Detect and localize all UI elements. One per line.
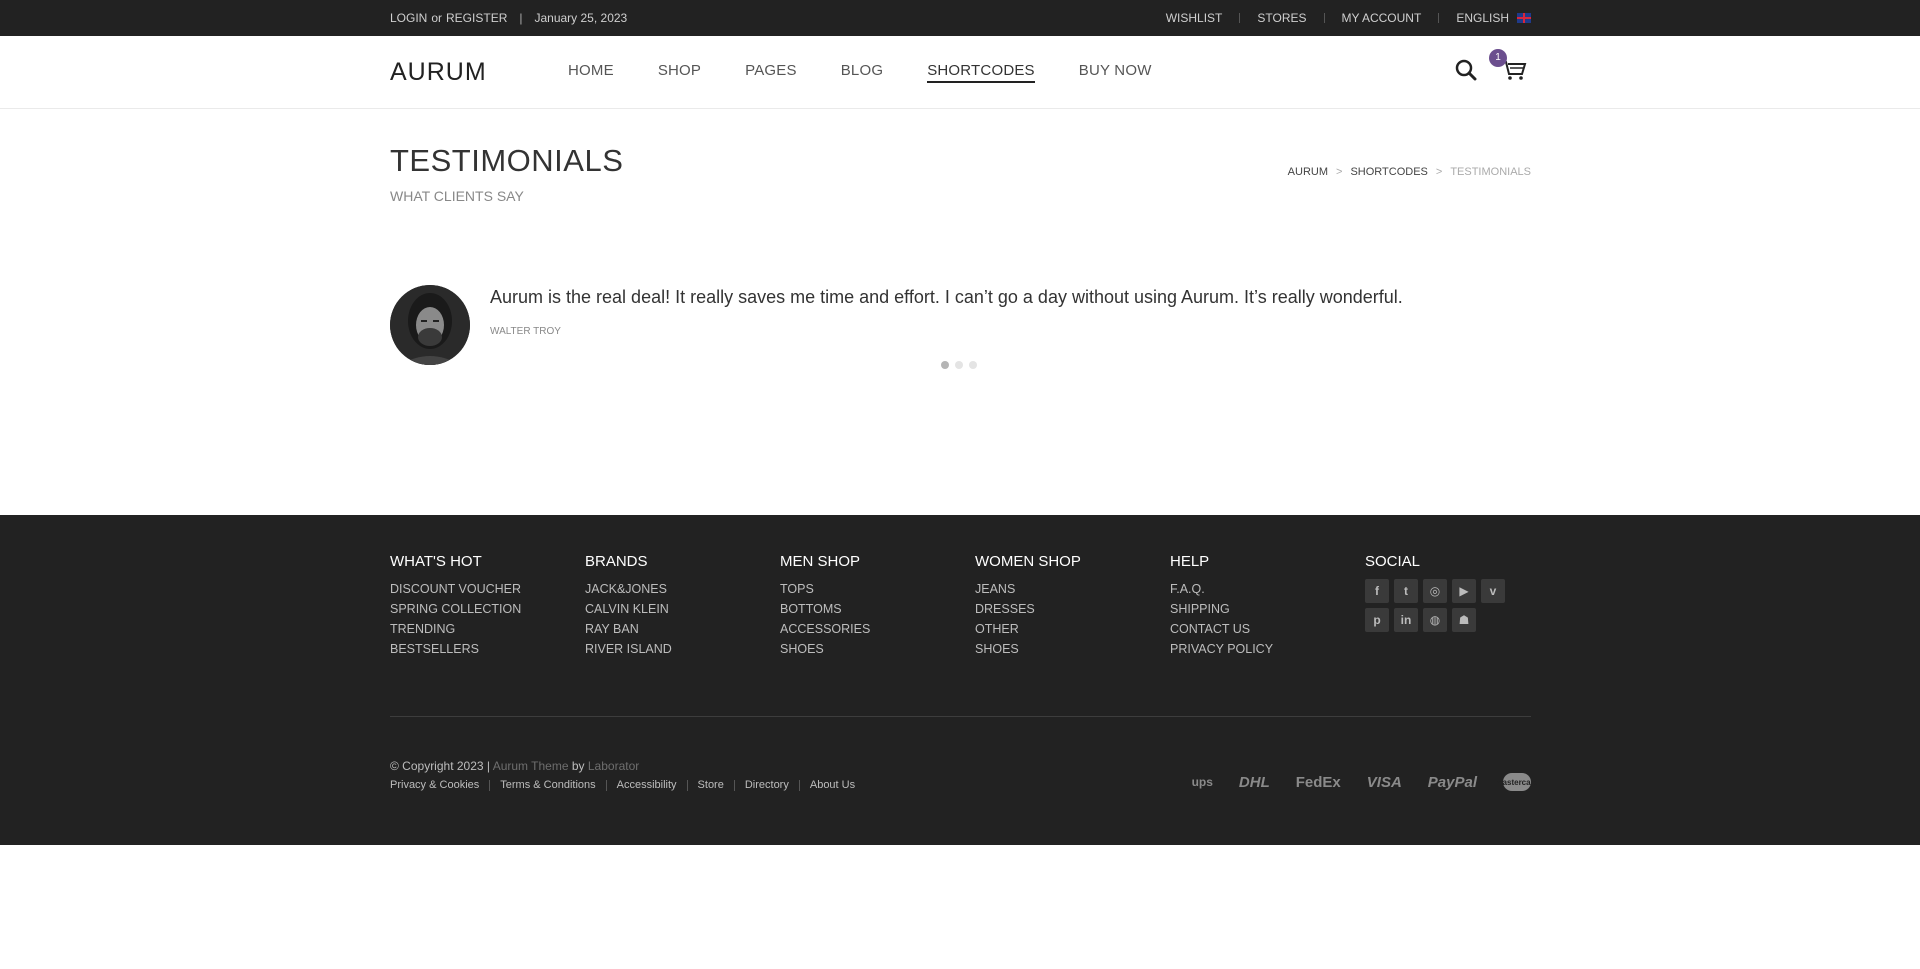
- footer-col-women-shop: WOMEN SHOP JEANS DRESSES OTHER SHOES: [975, 553, 1165, 659]
- top-bar: LOGIN or REGISTER | January 25, 2023 WIS…: [0, 0, 1920, 36]
- or-text: or: [431, 11, 443, 25]
- header-icons: 1: [1455, 48, 1527, 86]
- slider-dot[interactable]: [969, 361, 977, 369]
- login-link[interactable]: LOGIN: [390, 11, 427, 25]
- top-separator: |: [519, 11, 523, 25]
- pinterest-icon[interactable]: p: [1365, 608, 1389, 632]
- nav-home[interactable]: HOME: [568, 62, 614, 83]
- footer-link[interactable]: SHOES: [780, 639, 970, 659]
- footer-col-men-shop: MEN SHOP TOPS BOTTOMS ACCESSORIES SHOES: [780, 553, 970, 659]
- dribbble-icon[interactable]: ◍: [1423, 608, 1447, 632]
- wishlist-link[interactable]: WISHLIST: [1166, 12, 1241, 24]
- uk-flag-icon: [1517, 13, 1531, 23]
- footer-col-brands: BRANDS JACK&JONES CALVIN KLEIN RAY BAN R…: [585, 553, 775, 659]
- footer-link[interactable]: SHIPPING: [1170, 599, 1360, 619]
- testimonial-author: WALTER TROY: [490, 326, 561, 337]
- social-icons: f t ◎ ▶ v p in ◍ ☗: [1365, 579, 1515, 632]
- testimonial-section: Aurum is the real deal! It really saves …: [390, 109, 1531, 409]
- my-account-link[interactable]: MY ACCOUNT: [1325, 12, 1440, 24]
- footer-link[interactable]: F.A.Q.: [1170, 579, 1360, 599]
- theme-link[interactable]: Aurum Theme: [493, 759, 569, 773]
- footer-link[interactable]: OTHER: [975, 619, 1165, 639]
- footer-link[interactable]: RAY BAN: [585, 619, 775, 639]
- paypal-logo: PayPal: [1427, 773, 1477, 791]
- footer-link[interactable]: PRIVACY POLICY: [1170, 639, 1360, 659]
- footer-col-social: SOCIAL f t ◎ ▶ v p in ◍ ☗: [1365, 553, 1555, 632]
- register-link[interactable]: REGISTER: [446, 11, 507, 25]
- by-text: by: [571, 759, 585, 773]
- top-bar-left: LOGIN or REGISTER | January 25, 2023: [390, 11, 627, 25]
- cart-button[interactable]: 1: [1489, 48, 1527, 86]
- footer-col-title: BRANDS: [585, 553, 648, 570]
- footer-link[interactable]: BOTTOMS: [780, 599, 970, 619]
- nav-blog[interactable]: BLOG: [841, 62, 883, 83]
- cart-count-badge: 1: [1489, 48, 1507, 67]
- privacy-link[interactable]: Privacy & Cookies: [390, 780, 491, 791]
- nav-shop[interactable]: SHOP: [658, 62, 701, 83]
- store-link[interactable]: Store: [688, 780, 735, 791]
- snapchat-icon[interactable]: ☗: [1452, 608, 1476, 632]
- slider-dot[interactable]: [941, 361, 949, 369]
- footer-link[interactable]: TRENDING: [390, 619, 580, 639]
- top-date: January 25, 2023: [534, 11, 628, 25]
- twitter-icon[interactable]: t: [1394, 579, 1418, 603]
- facebook-icon[interactable]: f: [1365, 579, 1389, 603]
- vimeo-icon[interactable]: v: [1481, 579, 1505, 603]
- slider-dot[interactable]: [955, 361, 963, 369]
- footer-link[interactable]: JACK&JONES: [585, 579, 775, 599]
- footer-link[interactable]: SHOES: [975, 639, 1165, 659]
- footer-link[interactable]: ACCESSORIES: [780, 619, 970, 639]
- terms-link[interactable]: Terms & Conditions: [490, 780, 607, 791]
- language-label: ENGLISH: [1456, 11, 1509, 25]
- accessibility-link[interactable]: Accessibility: [607, 780, 688, 791]
- payment-logos: ups DHL FedEx VISA PayPal mastercard: [1191, 773, 1539, 791]
- avatar: [390, 285, 470, 365]
- copyright-text: © Copyright 2023 |: [390, 759, 491, 773]
- footer-col-title: HELP: [1170, 553, 1210, 570]
- slider-pagination: [941, 361, 977, 369]
- site-logo[interactable]: AURUM: [390, 58, 568, 87]
- footer-divider: [390, 716, 1531, 717]
- footer-link[interactable]: RIVER ISLAND: [585, 639, 775, 659]
- footer-link[interactable]: DISCOUNT VOUCHER: [390, 579, 580, 599]
- search-icon[interactable]: [1455, 59, 1477, 86]
- nav-buy-now[interactable]: BUY NOW: [1079, 62, 1152, 83]
- footer-col-title: WHAT'S HOT: [390, 553, 482, 570]
- footer-col-help: HELP F.A.Q. SHIPPING CONTACT US PRIVACY …: [1170, 553, 1360, 659]
- mastercard-logo: mastercard: [1495, 773, 1539, 791]
- main-nav: HOME SHOP PAGES BLOG SHORTCODES BUY NOW: [568, 62, 1196, 83]
- testimonial-quote: Aurum is the real deal! It really saves …: [490, 287, 1403, 307]
- dhl-logo: DHL: [1238, 773, 1270, 791]
- linkedin-icon[interactable]: in: [1394, 608, 1418, 632]
- footer-col-title: WOMEN SHOP: [975, 553, 1081, 570]
- nav-shortcodes[interactable]: SHORTCODES: [927, 62, 1035, 83]
- footer-col-title: MEN SHOP: [780, 553, 861, 570]
- copyright: © Copyright 2023 | Aurum Theme by Labora…: [390, 759, 639, 773]
- footer-link[interactable]: DRESSES: [975, 599, 1165, 619]
- site-footer: WHAT'S HOT DISCOUNT VOUCHER SPRING COLLE…: [0, 515, 1920, 845]
- site-header: AURUM HOME SHOP PAGES BLOG SHORTCODES BU…: [0, 36, 1920, 109]
- top-bar-right: WISHLIST STORES MY ACCOUNT ENGLISH: [1166, 11, 1531, 25]
- footer-col-whats-hot: WHAT'S HOT DISCOUNT VOUCHER SPRING COLLE…: [390, 553, 580, 659]
- footer-link[interactable]: CALVIN KLEIN: [585, 599, 775, 619]
- directory-link[interactable]: Directory: [735, 780, 800, 791]
- nav-pages[interactable]: PAGES: [745, 62, 797, 83]
- fedex-logo: FedEx: [1295, 773, 1341, 791]
- instagram-icon[interactable]: ◎: [1423, 579, 1447, 603]
- about-us-link[interactable]: About Us: [800, 780, 865, 791]
- testimonial-slide: Aurum is the real deal! It really saves …: [390, 109, 1531, 409]
- youtube-icon[interactable]: ▶: [1452, 579, 1476, 603]
- footer-link[interactable]: JEANS: [975, 579, 1165, 599]
- stores-link[interactable]: STORES: [1240, 12, 1325, 24]
- ups-logo: ups: [1191, 775, 1213, 789]
- language-selector[interactable]: ENGLISH: [1439, 11, 1531, 25]
- footer-link[interactable]: BESTSELLERS: [390, 639, 580, 659]
- visa-logo: VISA: [1366, 773, 1402, 791]
- footer-col-title: SOCIAL: [1365, 553, 1421, 570]
- author-link[interactable]: Laborator: [588, 759, 639, 773]
- footer-bottom-links: Privacy & Cookies Terms & Conditions Acc…: [390, 780, 865, 791]
- footer-link[interactable]: TOPS: [780, 579, 970, 599]
- footer-link[interactable]: SPRING COLLECTION: [390, 599, 580, 619]
- footer-link[interactable]: CONTACT US: [1170, 619, 1360, 639]
